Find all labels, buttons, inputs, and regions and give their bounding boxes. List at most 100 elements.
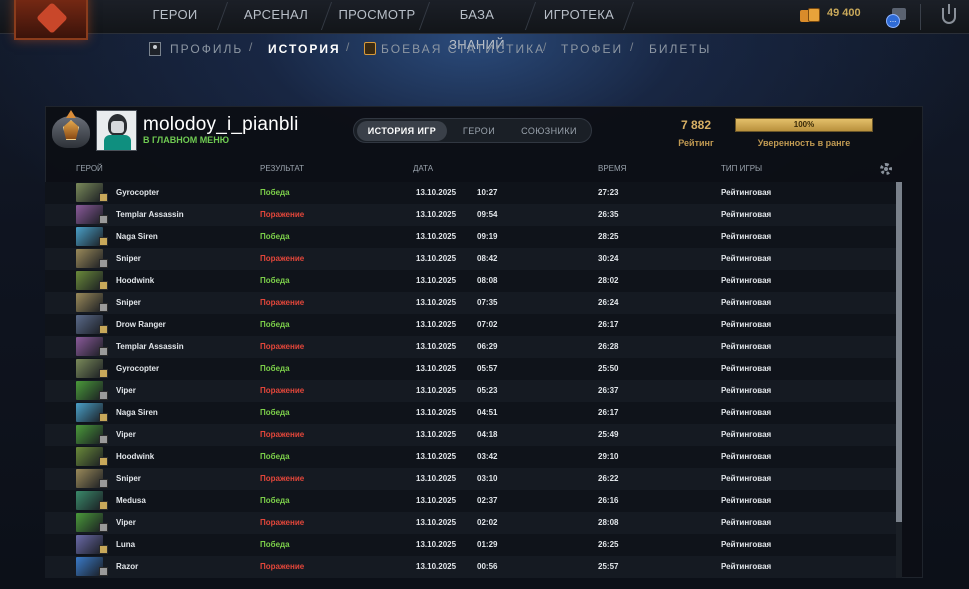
hero-name: Viper — [116, 518, 136, 527]
table-row[interactable]: Viper Поражение 13.10.2025 02:02 28:08 Рейтин… — [45, 512, 896, 534]
game-type: Рейтинговая — [721, 276, 772, 285]
tab-heroes[interactable]: ГЕРОИ — [450, 121, 508, 141]
match-time: 07:02 — [477, 320, 498, 329]
match-date: 13.10.2025 — [416, 408, 457, 417]
nav-watch[interactable]: ПРОСМОТР — [338, 0, 416, 32]
table-row[interactable]: Razor Поражение 13.10.2025 00:56 25:57 Рейтин… — [45, 556, 896, 578]
game-type: Рейтинговая — [721, 188, 772, 197]
subnav-battle-stats[interactable]: БОЕВАЯ СТАТИСТИКА — [381, 40, 545, 58]
tab-match-history[interactable]: ИСТОРИЯ ИГР — [357, 121, 447, 141]
nav-arsenal[interactable]: АРСЕНАЛ — [236, 0, 316, 32]
table-row[interactable]: Hoodwink Победа 13.10.2025 03:42 29:10 Рейтин… — [45, 446, 896, 468]
history-tabs: ИСТОРИЯ ИГР ГЕРОИ СОЮЗНИКИ — [353, 118, 592, 143]
match-date: 13.10.2025 — [416, 320, 457, 329]
table-row[interactable]: Sniper Поражение 13.10.2025 03:10 26:22 Рейти… — [45, 468, 896, 490]
logo-mark — [36, 2, 68, 34]
role-icon — [99, 545, 108, 554]
table-row[interactable]: Sniper Поражение 13.10.2025 08:42 30:24 Рейти… — [45, 248, 896, 270]
game-type: Рейтинговая — [721, 496, 772, 505]
header-date[interactable]: ДАТА — [413, 164, 433, 173]
table-row[interactable]: Luna Победа 13.10.2025 01:29 26:25 Рейтингова… — [45, 534, 896, 556]
nav-knowledge-base[interactable]: БАЗА ЗНАНИЙ — [434, 0, 520, 52]
match-date: 13.10.2025 — [416, 298, 457, 307]
table-row[interactable]: Viper Поражение 13.10.2025 04:18 25:49 Рейтин… — [45, 424, 896, 446]
nav-arcade[interactable]: ИГРОТЕКА — [542, 0, 616, 32]
hero-name: Naga Siren — [116, 408, 158, 417]
table-row[interactable]: Templar Assassin Поражение 13.10.2025 06:29… — [45, 336, 896, 358]
scrollbar-thumb[interactable] — [896, 182, 902, 522]
subnav-separator: / — [543, 40, 547, 54]
table-row[interactable]: Medusa Победа 13.10.2025 02:37 26:16 Рейтинго… — [45, 490, 896, 512]
match-duration: 27:23 — [598, 188, 619, 197]
match-time: 03:10 — [477, 474, 498, 483]
subnav-tickets[interactable]: БИЛЕТЫ — [649, 40, 711, 58]
rank-confidence-value: 100% — [793, 120, 815, 129]
chat-icon[interactable]: ... — [884, 8, 906, 28]
game-type: Рейтинговая — [721, 254, 772, 263]
scrollbar[interactable] — [896, 182, 902, 578]
shards-count: 49 400 — [827, 7, 861, 19]
role-icon — [99, 523, 108, 532]
topbar-divider — [920, 4, 921, 30]
game-type: Рейтинговая — [721, 408, 772, 417]
user-status: В ГЛАВНОМ МЕНЮ — [143, 135, 229, 145]
rating-value: 7 882 — [680, 118, 712, 132]
match-time: 08:42 — [477, 254, 498, 263]
match-time: 04:18 — [477, 430, 498, 439]
game-type: Рейтинговая — [721, 430, 772, 439]
table-row[interactable]: Drow Ranger Победа 13.10.2025 07:02 26:17 Рей… — [45, 314, 896, 336]
subnav-trophies[interactable]: ТРОФЕИ — [561, 40, 623, 58]
match-result: Победа — [260, 320, 290, 329]
game-type: Рейтинговая — [721, 518, 772, 527]
match-duration: 30:24 — [598, 254, 619, 263]
match-duration: 25:49 — [598, 430, 619, 439]
role-icon — [99, 347, 108, 356]
header-duration[interactable]: ВРЕМЯ — [598, 164, 626, 173]
subnav-history[interactable]: ИСТОРИЯ — [268, 40, 341, 58]
header-hero[interactable]: ГЕРОЙ — [76, 164, 103, 173]
tab-allies[interactable]: СОЮЗНИКИ — [508, 121, 590, 141]
messages-badge: ... — [886, 14, 900, 28]
match-result: Поражение — [260, 210, 305, 219]
game-type: Рейтинговая — [721, 386, 772, 395]
hero-name: Gyrocopter — [116, 188, 160, 197]
table-row[interactable]: Gyrocopter Победа 13.10.2025 05:57 25:50 Рейт… — [45, 358, 896, 380]
match-duration: 29:10 — [598, 452, 619, 461]
gear-icon[interactable] — [880, 163, 892, 175]
dota2-logo-icon[interactable] — [14, 0, 88, 40]
hero-name: Sniper — [116, 298, 141, 307]
match-duration: 26:25 — [598, 540, 619, 549]
hero-name: Sniper — [116, 474, 141, 483]
role-icon — [99, 281, 108, 290]
role-icon — [99, 435, 108, 444]
table-row[interactable]: Hoodwink Победа 13.10.2025 08:08 28:02 Рейтин… — [45, 270, 896, 292]
match-date: 13.10.2025 — [416, 254, 457, 263]
table-row[interactable]: Naga Siren Победа 13.10.2025 09:19 28:25 Рейт… — [45, 226, 896, 248]
match-time: 02:37 — [477, 496, 498, 505]
header-result[interactable]: РЕЗУЛЬТАТ — [260, 164, 304, 173]
match-result: Победа — [260, 408, 290, 417]
match-date: 13.10.2025 — [416, 188, 457, 197]
table-row[interactable]: Viper Поражение 13.10.2025 05:23 26:37 Рейтин… — [45, 380, 896, 402]
table-row[interactable]: Gyrocopter Победа 13.10.2025 10:27 27:23 Рейт… — [45, 182, 896, 204]
match-date: 13.10.2025 — [416, 342, 457, 351]
table-row[interactable]: Naga Siren Победа 13.10.2025 04:51 26:17 Рейт… — [45, 402, 896, 424]
subnav-profile[interactable]: ПРОФИЛЬ — [170, 40, 243, 58]
match-result: Победа — [260, 452, 290, 461]
header-game-type[interactable]: ТИП ИГРЫ — [721, 164, 762, 173]
shards-coins-icon[interactable] — [800, 6, 822, 24]
subnav-separator: / — [346, 40, 350, 54]
match-result: Поражение — [260, 342, 305, 351]
nav-heroes[interactable]: ГЕРОИ — [140, 0, 210, 32]
match-date: 13.10.2025 — [416, 562, 457, 571]
match-time: 09:54 — [477, 210, 498, 219]
role-icon — [99, 369, 108, 378]
match-date: 13.10.2025 — [416, 540, 457, 549]
table-row[interactable]: Templar Assassin Поражение 13.10.2025 09:54… — [45, 204, 896, 226]
rank-medal-icon[interactable] — [50, 110, 92, 152]
match-result: Поражение — [260, 518, 305, 527]
table-row[interactable]: Sniper Поражение 13.10.2025 07:35 26:24 Рейти… — [45, 292, 896, 314]
game-type: Рейтинговая — [721, 540, 772, 549]
avatar[interactable] — [96, 110, 137, 151]
shield-icon[interactable] — [942, 4, 956, 24]
